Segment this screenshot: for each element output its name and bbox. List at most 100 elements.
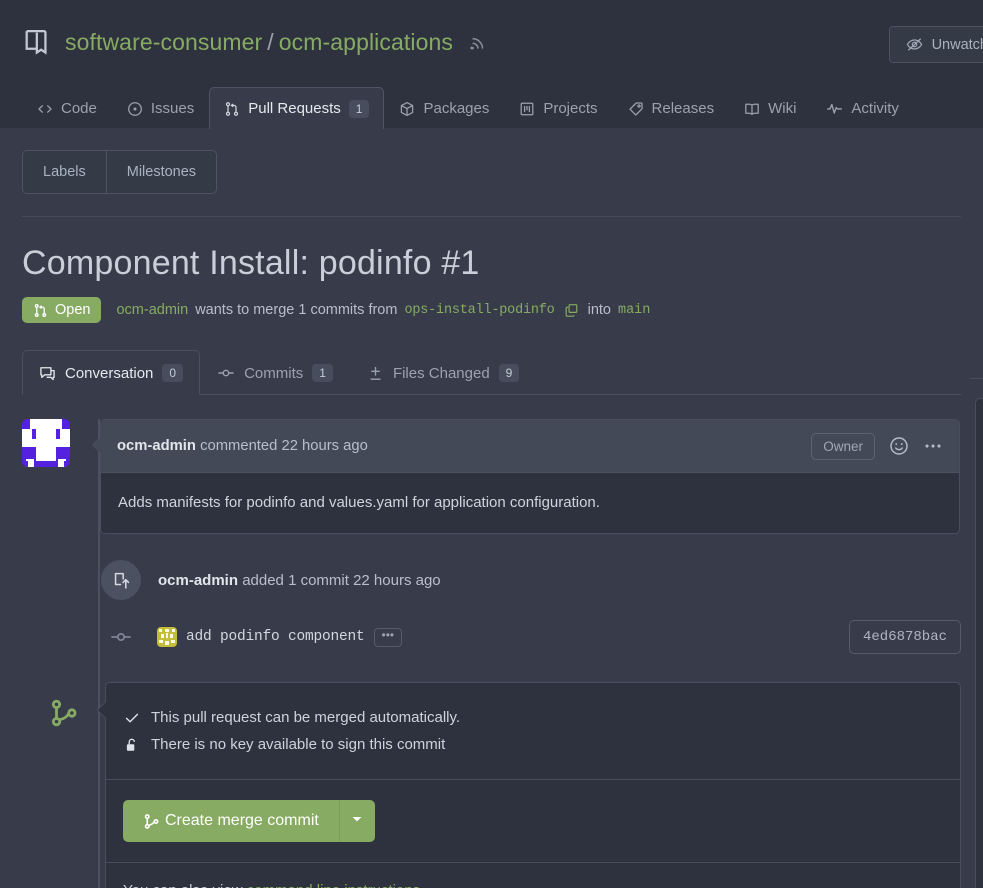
status-badge-label: Open xyxy=(55,302,90,318)
merge-box: This pull request can be merged automati… xyxy=(105,682,961,888)
nav-item-label: Releases xyxy=(652,100,715,117)
git-commit-icon xyxy=(109,626,133,648)
repo-header: software-consumer / ocm-applications Unw… xyxy=(0,0,983,84)
merge-button-label: Create merge commit xyxy=(165,812,319,830)
labels-button[interactable]: Labels xyxy=(23,151,106,193)
comment-header-actions: Owner xyxy=(811,433,943,460)
commit-event-text: ocm-admin added 1 commit 22 hours ago xyxy=(158,572,441,589)
tab-files-changed[interactable]: Files Changed 9 xyxy=(350,350,536,395)
merge-actions: Create merge commit xyxy=(106,779,960,862)
merge-status-ok-label: This pull request can be merged automati… xyxy=(151,705,460,730)
commit-message[interactable]: add podinfo component xyxy=(186,629,365,645)
pr-tabs: Conversation 0 Commits 1 Files Changed 9 xyxy=(22,349,961,395)
comment-row: ocm-admin commented 22 hours ago Owner xyxy=(22,419,961,534)
nav-item-label: Issues xyxy=(151,100,194,117)
commit-event-author[interactable]: ocm-admin xyxy=(158,572,238,589)
breadcrumb: software-consumer / ocm-applications xyxy=(65,29,488,56)
ellipsis-icon[interactable]: ••• xyxy=(374,628,403,647)
commit-sha[interactable]: 4ed6878bac xyxy=(849,620,961,654)
package-icon xyxy=(399,101,415,117)
labels-milestones-group: Labels Milestones xyxy=(22,150,217,194)
breadcrumb-separator: / xyxy=(267,29,274,56)
comment-box: ocm-admin commented 22 hours ago Owner xyxy=(100,419,960,534)
tab-count: 0 xyxy=(162,364,183,382)
chevron-down-icon xyxy=(351,812,363,830)
sub-bar: Labels Milestones xyxy=(0,128,983,194)
milestones-button[interactable]: Milestones xyxy=(106,151,216,193)
issue-meta: Open ocm-admin wants to merge 1 commits … xyxy=(22,297,961,323)
nav-item-pull-requests[interactable]: Pull Requests 1 xyxy=(209,87,384,129)
code-icon xyxy=(37,101,53,117)
unlock-icon xyxy=(123,737,140,753)
commit-author-avatar xyxy=(157,627,177,647)
merge-footer: You can also view command line instructi… xyxy=(106,862,960,888)
nav-item-count: 1 xyxy=(349,100,370,118)
merge-status-key: There is no key available to sign this c… xyxy=(123,732,943,757)
timeline: ocm-admin commented 22 hours ago Owner xyxy=(0,395,983,888)
copy-icon[interactable] xyxy=(564,303,579,318)
diff-icon xyxy=(367,365,384,382)
nav-item-issues[interactable]: Issues xyxy=(112,87,209,129)
nav-item-wiki[interactable]: Wiki xyxy=(729,87,811,129)
repository-icon xyxy=(22,27,52,57)
issue-action-text: wants to merge 1 commits from xyxy=(195,302,397,318)
avatar[interactable] xyxy=(22,419,70,467)
tab-commits[interactable]: Commits 1 xyxy=(200,350,350,395)
issue-into-text: into xyxy=(588,302,611,318)
check-icon xyxy=(123,710,140,726)
status-badge: Open xyxy=(22,297,101,323)
project-icon xyxy=(519,101,535,117)
merge-options-dropdown[interactable] xyxy=(339,800,375,842)
nav-item-activity[interactable]: Activity xyxy=(811,87,914,129)
nav-item-releases[interactable]: Releases xyxy=(613,87,730,129)
nav-item-code[interactable]: Code xyxy=(22,87,112,129)
smiley-icon[interactable] xyxy=(889,436,909,456)
merge-status: This pull request can be merged automati… xyxy=(106,683,960,779)
command-line-instructions-link[interactable]: command line instructions xyxy=(247,882,420,888)
git-commit-icon xyxy=(217,364,235,382)
comment-author-meta: ocm-admin commented 22 hours ago xyxy=(117,438,368,454)
comment-author[interactable]: ocm-admin xyxy=(117,438,196,454)
rss-icon[interactable] xyxy=(469,33,488,52)
commit-main: add podinfo component ••• 4ed6878bac xyxy=(157,620,961,654)
repo-owner-link[interactable]: software-consumer xyxy=(65,29,262,56)
tab-conversation[interactable]: Conversation 0 xyxy=(22,350,200,395)
kebab-horizontal-icon[interactable] xyxy=(923,436,943,456)
unwatch-button[interactable]: Unwatch xyxy=(889,26,983,63)
commit-event-row: ocm-admin added 1 commit 22 hours ago xyxy=(22,560,961,600)
eye-slash-icon xyxy=(906,36,923,53)
nav-item-label: Projects xyxy=(543,100,597,117)
merge-status-key-label: There is no key available to sign this c… xyxy=(151,732,445,757)
create-merge-commit-button[interactable]: Create merge commit xyxy=(123,800,339,842)
tab-label: Conversation xyxy=(65,365,153,382)
comment-body: Adds manifests for podinfo and values.ya… xyxy=(101,473,959,533)
pulse-icon xyxy=(826,100,843,117)
commit-event-detail: added 1 commit 22 hours ago xyxy=(242,572,440,589)
tab-count: 1 xyxy=(312,364,333,382)
tag-icon xyxy=(628,101,644,117)
owner-badge: Owner xyxy=(811,433,875,460)
merge-button-group: Create merge commit xyxy=(123,800,375,842)
merge-footer-suffix: . xyxy=(420,882,424,888)
tab-count: 9 xyxy=(499,364,520,382)
comment-icon xyxy=(39,365,56,382)
nav-item-projects[interactable]: Projects xyxy=(504,87,612,129)
issue-opened-icon xyxy=(127,101,143,117)
nav-item-label: Wiki xyxy=(768,100,796,117)
repo-name-link[interactable]: ocm-applications xyxy=(279,29,453,56)
git-merge-icon xyxy=(143,813,160,830)
issue-author-link[interactable]: ocm-admin xyxy=(116,302,188,318)
page-title: Component Install: podinfo #1 xyxy=(22,241,961,285)
nav-item-packages[interactable]: Packages xyxy=(384,87,504,129)
nav-item-label: Code xyxy=(61,100,97,117)
nav-item-label: Activity xyxy=(851,100,899,117)
comment-meta: commented 22 hours ago xyxy=(200,438,368,454)
base-branch-link[interactable]: main xyxy=(618,303,650,318)
head-branch-link[interactable]: ops-install-podinfo xyxy=(404,303,554,318)
comment-header: ocm-admin commented 22 hours ago Owner xyxy=(101,420,959,473)
nav-item-label: Packages xyxy=(423,100,489,117)
tab-label: Commits xyxy=(244,365,303,382)
git-pull-request-icon xyxy=(33,303,48,318)
merge-row: This pull request can be merged automati… xyxy=(22,682,961,888)
issue-head: Component Install: podinfo #1 Open ocm-a… xyxy=(0,217,983,323)
